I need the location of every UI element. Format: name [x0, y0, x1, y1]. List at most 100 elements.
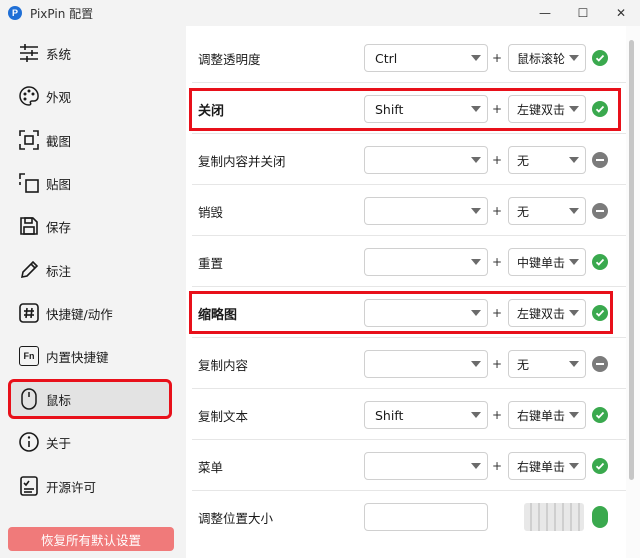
setting-row-reset: 重置 + 中键单击: [186, 237, 626, 287]
chevron-down-icon: [471, 463, 481, 469]
sliders-icon: [18, 42, 40, 64]
fn-icon-text: Fn: [19, 346, 39, 366]
sidebar-item-label: 开源许可: [46, 479, 97, 495]
sidebar-item-mouse[interactable]: 鼠标: [8, 379, 172, 419]
mouse-button-select[interactable]: 无: [508, 350, 586, 378]
setting-row-copy-content: 复制内容 + 无: [186, 339, 626, 389]
chevron-down-icon: [569, 463, 579, 469]
modifier-select[interactable]: [364, 146, 488, 174]
enabled-check-icon[interactable]: [592, 50, 608, 66]
plus-sign: +: [492, 153, 503, 167]
disabled-minus-icon[interactable]: [592, 152, 608, 168]
mouse-button-value: 无: [517, 357, 530, 372]
hash-icon: [18, 302, 40, 324]
sidebar-item-about[interactable]: 关于: [10, 424, 170, 460]
sidebar-item-system[interactable]: 系统: [10, 35, 170, 71]
chevron-down-icon: [569, 157, 579, 163]
row-divider: [192, 133, 626, 134]
close-button[interactable]: ✕: [602, 0, 640, 26]
enabled-check-icon[interactable]: [592, 407, 608, 423]
modifier-value: Ctrl: [375, 50, 398, 66]
chevron-down-icon: [471, 259, 481, 265]
row-divider: [192, 184, 626, 185]
mouse-button-select[interactable]: 鼠标滚轮: [508, 44, 586, 72]
sidebar-item-label: 快捷键/动作: [46, 306, 113, 322]
row-label: 重置: [198, 255, 224, 271]
row-label: 菜单: [198, 459, 224, 475]
modifier-select[interactable]: [364, 350, 488, 378]
mouse-button-value: 无: [517, 204, 530, 219]
sidebar-item-pin[interactable]: 贴图: [10, 165, 170, 201]
enabled-check-icon[interactable]: [592, 458, 608, 474]
plus-sign: +: [492, 204, 503, 218]
row-label: 复制内容: [198, 357, 249, 373]
license-icon: [18, 475, 40, 497]
plus-sign: +: [492, 459, 503, 473]
minimize-button[interactable]: —: [526, 0, 564, 26]
modifier-select[interactable]: Shift: [364, 401, 488, 429]
mouse-button-select[interactable]: 右键单击: [508, 452, 586, 480]
chevron-down-icon: [471, 412, 481, 418]
row-label: 复制文本: [198, 408, 249, 424]
mouse-button-select[interactable]: 无: [508, 146, 586, 174]
mouse-button-value: 右键单击: [517, 459, 566, 474]
disabled-minus-icon[interactable]: [592, 356, 608, 372]
setting-row-destroy: 销毁 + 无: [186, 186, 626, 236]
mouse-button-value: 鼠标滚轮: [517, 51, 566, 66]
sidebar-item-builtin-hotkeys[interactable]: Fn 内置快捷键: [10, 338, 170, 374]
enabled-check-icon[interactable]: [592, 506, 608, 528]
sidebar-item-hotkeys[interactable]: 快捷键/动作: [10, 295, 170, 331]
setting-row-copy-close: 复制内容并关闭 + 无: [186, 135, 626, 185]
sidebar-item-save[interactable]: 保存: [10, 208, 170, 244]
sidebar-item-annotate[interactable]: 标注: [10, 252, 170, 288]
scrollbar-thumb[interactable]: [629, 40, 634, 480]
row-divider: [192, 490, 626, 491]
chevron-down-icon: [471, 208, 481, 214]
window-controls: — ☐ ✕: [526, 0, 640, 26]
mouse-button-select[interactable]: 无: [508, 197, 586, 225]
mouse-button-select[interactable]: 右键单击: [508, 401, 586, 429]
sidebar: 系统 外观 截图 贴图 保存 标注 快捷键/动作 Fn 内置快捷键 鼠标 关于 …: [0, 26, 186, 558]
chevron-down-icon: [569, 55, 579, 61]
mouse-button-select-blurred[interactable]: [524, 503, 584, 531]
row-divider: [192, 82, 626, 83]
sidebar-item-license[interactable]: 开源许可: [10, 468, 170, 504]
palette-icon: [18, 85, 40, 107]
plus-sign: +: [492, 255, 503, 269]
chevron-down-icon: [471, 361, 481, 367]
title-bar: P PixPin 配置 — ☐ ✕: [0, 0, 640, 26]
enabled-check-icon[interactable]: [592, 254, 608, 270]
pixpin-logo-icon: P: [8, 6, 22, 20]
plus-sign: +: [492, 51, 503, 65]
sidebar-item-label: 系统: [46, 46, 72, 62]
disabled-minus-icon[interactable]: [592, 203, 608, 219]
row-label: 销毁: [198, 204, 224, 220]
sidebar-item-label: 内置快捷键: [46, 349, 109, 365]
modifier-select[interactable]: Ctrl: [364, 44, 488, 72]
setting-row-move-resize: 调整位置大小: [186, 492, 626, 542]
sidebar-item-label: 鼠标: [46, 392, 72, 408]
sidebar-item-label: 截图: [46, 133, 72, 149]
row-label: 调整透明度: [198, 51, 261, 67]
sidebar-item-label: 保存: [46, 219, 72, 235]
modifier-select[interactable]: [364, 197, 488, 225]
sidebar-item-label: 贴图: [46, 176, 72, 192]
plus-sign: +: [492, 357, 503, 371]
modifier-select[interactable]: [364, 248, 488, 276]
row-label: 调整位置大小: [198, 510, 274, 526]
save-icon: [18, 215, 40, 237]
mouse-button-select[interactable]: 中键单击: [508, 248, 586, 276]
sidebar-item-appearance[interactable]: 外观: [10, 78, 170, 114]
setting-row-menu: 菜单 + 右键单击: [186, 441, 626, 491]
row-divider: [192, 286, 626, 287]
modifier-select[interactable]: [364, 503, 488, 531]
window-title: PixPin 配置: [30, 6, 94, 21]
sidebar-item-screenshot[interactable]: 截图: [10, 122, 170, 158]
row-divider: [192, 337, 626, 338]
fn-icon: Fn: [18, 345, 40, 367]
row-divider: [192, 439, 626, 440]
sidebar-item-label: 关于: [46, 435, 72, 451]
maximize-button[interactable]: ☐: [564, 0, 602, 26]
reset-defaults-button[interactable]: 恢复所有默认设置: [8, 527, 174, 551]
modifier-select[interactable]: [364, 452, 488, 480]
